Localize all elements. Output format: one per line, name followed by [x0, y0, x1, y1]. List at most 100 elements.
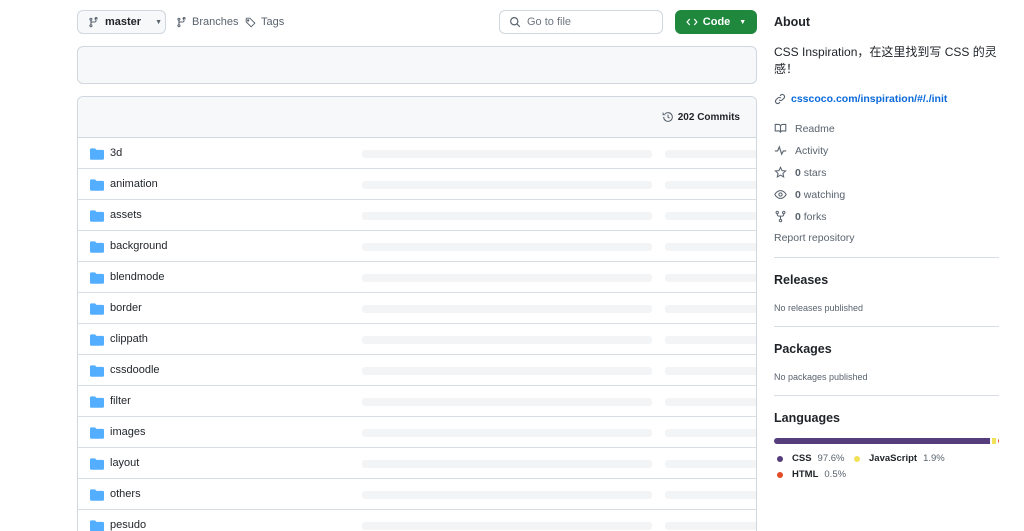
- readme-label: Readme: [795, 122, 835, 135]
- file-row[interactable]: layout: [78, 448, 756, 479]
- homepage-url: csscoco.com/inspiration/#/./init: [791, 93, 948, 105]
- file-row[interactable]: cssdoodle: [78, 355, 756, 386]
- file-row[interactable]: others: [78, 479, 756, 510]
- file-name-link[interactable]: background: [110, 240, 168, 252]
- go-to-file-search[interactable]: [499, 10, 663, 34]
- file-name-link[interactable]: clippath: [110, 333, 148, 345]
- css-dot-icon: [777, 455, 783, 462]
- file-name-link[interactable]: filter: [110, 395, 131, 407]
- html-dot-icon: [777, 471, 783, 478]
- code-button[interactable]: Code ▼: [675, 10, 757, 34]
- folder-icon: [90, 458, 104, 470]
- file-name-link[interactable]: others: [110, 488, 141, 500]
- commit-date-placeholder: [665, 398, 756, 406]
- file-name-link[interactable]: images: [110, 426, 145, 438]
- commits-link[interactable]: 202 Commits: [662, 111, 740, 123]
- folder-icon: [90, 303, 104, 315]
- divider: [774, 395, 999, 396]
- file-row[interactable]: pesudo: [78, 510, 756, 531]
- file-row[interactable]: filter: [78, 386, 756, 417]
- watching-link[interactable]: 0 watching: [774, 188, 845, 201]
- history-icon: [662, 112, 673, 122]
- commit-date-placeholder: [665, 429, 756, 437]
- file-name-link[interactable]: border: [110, 302, 142, 314]
- stars-label: stars: [803, 166, 827, 179]
- watching-label: watching: [803, 188, 846, 201]
- git-branch-icon: [89, 16, 98, 27]
- tags-link[interactable]: Tags: [245, 10, 284, 34]
- file-list: 202 Commits 3d animation assets background b…: [77, 96, 757, 531]
- branch-select-button[interactable]: master ▼: [77, 10, 166, 34]
- readme-link[interactable]: Readme: [774, 122, 835, 135]
- watching-count: 0: [795, 188, 801, 201]
- search-icon: [510, 17, 521, 28]
- packages-heading[interactable]: Packages: [774, 342, 832, 356]
- commits-count: 202 Commits: [677, 111, 740, 123]
- releases-note: No releases published: [774, 303, 864, 313]
- file-row[interactable]: blendmode: [78, 262, 756, 293]
- code-label: Code: [702, 16, 731, 28]
- file-row[interactable]: assets: [78, 200, 756, 231]
- commit-date-placeholder: [665, 491, 756, 499]
- file-name-link[interactable]: cssdoodle: [110, 364, 160, 376]
- language-bar-segment: [991, 438, 996, 444]
- file-name-link[interactable]: 3d: [110, 147, 122, 159]
- commit-message-placeholder: [362, 460, 652, 468]
- report-repository-link[interactable]: Report repository: [774, 232, 855, 244]
- folder-icon: [90, 334, 104, 346]
- git-branch-icon: [177, 16, 186, 27]
- activity-label: Activity: [795, 144, 829, 157]
- file-name-link[interactable]: layout: [110, 457, 139, 469]
- commit-message-placeholder: [362, 305, 652, 313]
- commit-message-placeholder: [362, 429, 652, 437]
- tag-icon: [245, 17, 256, 28]
- folder-icon: [90, 520, 104, 531]
- releases-heading[interactable]: Releases: [774, 273, 828, 287]
- file-name-link[interactable]: blendmode: [110, 271, 164, 283]
- file-row[interactable]: 3d: [78, 138, 756, 169]
- file-name-link[interactable]: animation: [110, 178, 158, 190]
- commit-message-placeholder: [362, 491, 652, 499]
- file-row[interactable]: border: [78, 293, 756, 324]
- commit-message-placeholder: [362, 243, 652, 251]
- activity-link[interactable]: Activity: [774, 144, 828, 157]
- fork-icon: [775, 210, 786, 223]
- search-input[interactable]: [527, 16, 647, 28]
- about-heading: About: [774, 15, 811, 29]
- forks-count: 0: [795, 210, 801, 223]
- homepage-link[interactable]: csscoco.com/inspiration/#/./init: [774, 93, 947, 105]
- commit-date-placeholder: [665, 212, 756, 220]
- pulse-icon: [774, 145, 787, 156]
- language-percent: 0.5%: [824, 469, 847, 480]
- forks-link[interactable]: 0 forks: [774, 210, 827, 223]
- commit-date-placeholder: [665, 181, 756, 189]
- language-bar-segment: [997, 438, 999, 444]
- eye-icon: [774, 190, 787, 199]
- languages-heading: Languages: [774, 411, 840, 425]
- file-row[interactable]: animation: [78, 169, 756, 200]
- branches-label: Branches: [192, 16, 239, 28]
- commit-date-placeholder: [665, 336, 756, 344]
- file-name-link[interactable]: assets: [110, 209, 142, 221]
- file-name-link[interactable]: pesudo: [110, 519, 146, 531]
- commit-message-placeholder: [362, 367, 652, 375]
- language-name: JavaScript: [869, 453, 918, 464]
- folder-icon: [90, 148, 104, 160]
- folder-icon: [90, 489, 104, 501]
- divider: [774, 326, 999, 327]
- forks-label: forks: [803, 210, 827, 223]
- folder-icon: [90, 427, 104, 439]
- commit-message-placeholder: [362, 212, 652, 220]
- tags-label: Tags: [261, 16, 285, 28]
- language-css[interactable]: CSS 97.6%: [777, 453, 844, 464]
- language-html[interactable]: HTML 0.5%: [777, 469, 846, 480]
- commit-message-placeholder: [362, 274, 652, 282]
- stars-link[interactable]: 0 stars: [774, 166, 827, 179]
- file-row[interactable]: clippath: [78, 324, 756, 355]
- file-row[interactable]: images: [78, 417, 756, 448]
- link-icon: [774, 93, 786, 105]
- file-row[interactable]: background: [78, 231, 756, 262]
- language-javascript[interactable]: JavaScript 1.9%: [854, 453, 945, 464]
- branches-link[interactable]: Branches: [176, 10, 238, 34]
- languages-bar: [774, 438, 999, 444]
